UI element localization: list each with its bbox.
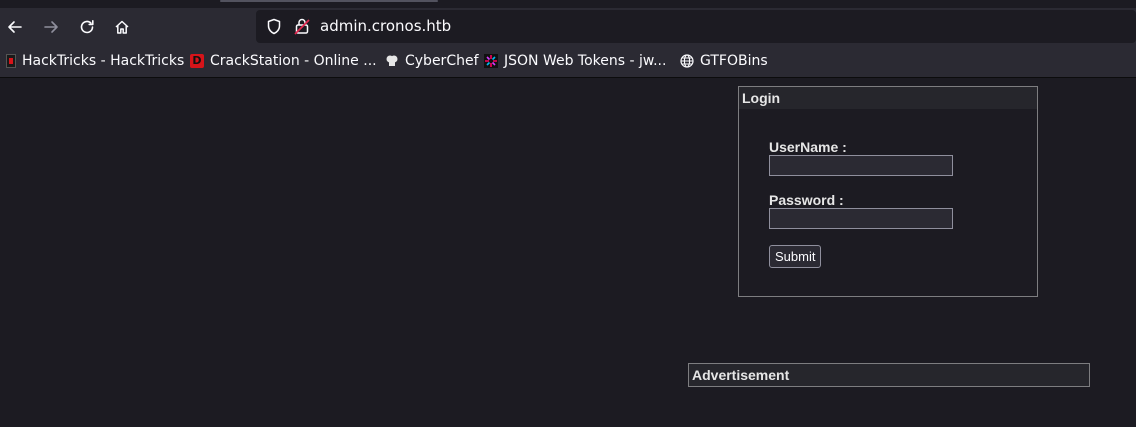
page-content: Login UserName : Password : Submit Adver… [0,78,1136,427]
hacktricks-icon [6,54,16,68]
bookmarks-toolbar: HackTricks - HackTricks D CrackStation -… [0,45,1136,78]
tab-strip [0,0,1136,8]
shield-icon[interactable] [266,18,282,35]
crackstation-icon: D [190,54,204,68]
globe-icon [680,54,694,68]
username-label: UserName : [769,139,847,155]
reload-button[interactable] [72,12,102,42]
bookmark-gtfobins[interactable]: GTFOBins [680,52,768,70]
address-bar[interactable]: admin.cronos.htb [256,10,1136,43]
forward-button[interactable] [36,12,66,42]
insecure-lock-icon[interactable] [294,17,310,35]
bookmark-label: JSON Web Tokens - jw... [504,53,667,69]
cyberchef-icon [385,54,399,68]
password-input[interactable] [769,208,953,229]
password-label: Password : [769,192,844,208]
back-arrow-icon [8,21,22,33]
submit-button[interactable]: Submit [769,245,822,268]
back-button[interactable] [0,12,30,42]
url-text[interactable]: admin.cronos.htb [320,17,451,35]
bookmark-label: CrackStation - Online ... [210,53,377,69]
home-icon [115,20,129,34]
bookmark-hacktricks[interactable]: HackTricks - HackTricks [6,52,184,70]
active-tab-indicator[interactable] [220,0,438,2]
bookmark-label: CyberChef [405,53,479,69]
reload-icon [80,20,94,34]
bookmark-jwt[interactable]: JSON Web Tokens - jw... [484,52,666,70]
advertisement-legend: Advertisement [692,367,790,383]
bookmark-cyberchef[interactable]: CyberChef [385,52,479,70]
bookmark-label: HackTricks - HackTricks [22,53,185,69]
bookmark-label: GTFOBins [700,53,768,69]
navigation-toolbar: admin.cronos.htb [0,8,1136,45]
jwt-icon [484,54,498,68]
advertisement-box: Advertisement [688,363,1090,387]
bookmark-crackstation[interactable]: D CrackStation - Online ... [190,52,377,70]
login-legend: Login [742,90,781,106]
login-legend-bar: Login [739,87,1037,109]
forward-arrow-icon [44,21,58,33]
username-input[interactable] [769,155,953,176]
home-button[interactable] [107,12,137,42]
login-fieldset: Login UserName : Password : Submit [738,86,1038,297]
